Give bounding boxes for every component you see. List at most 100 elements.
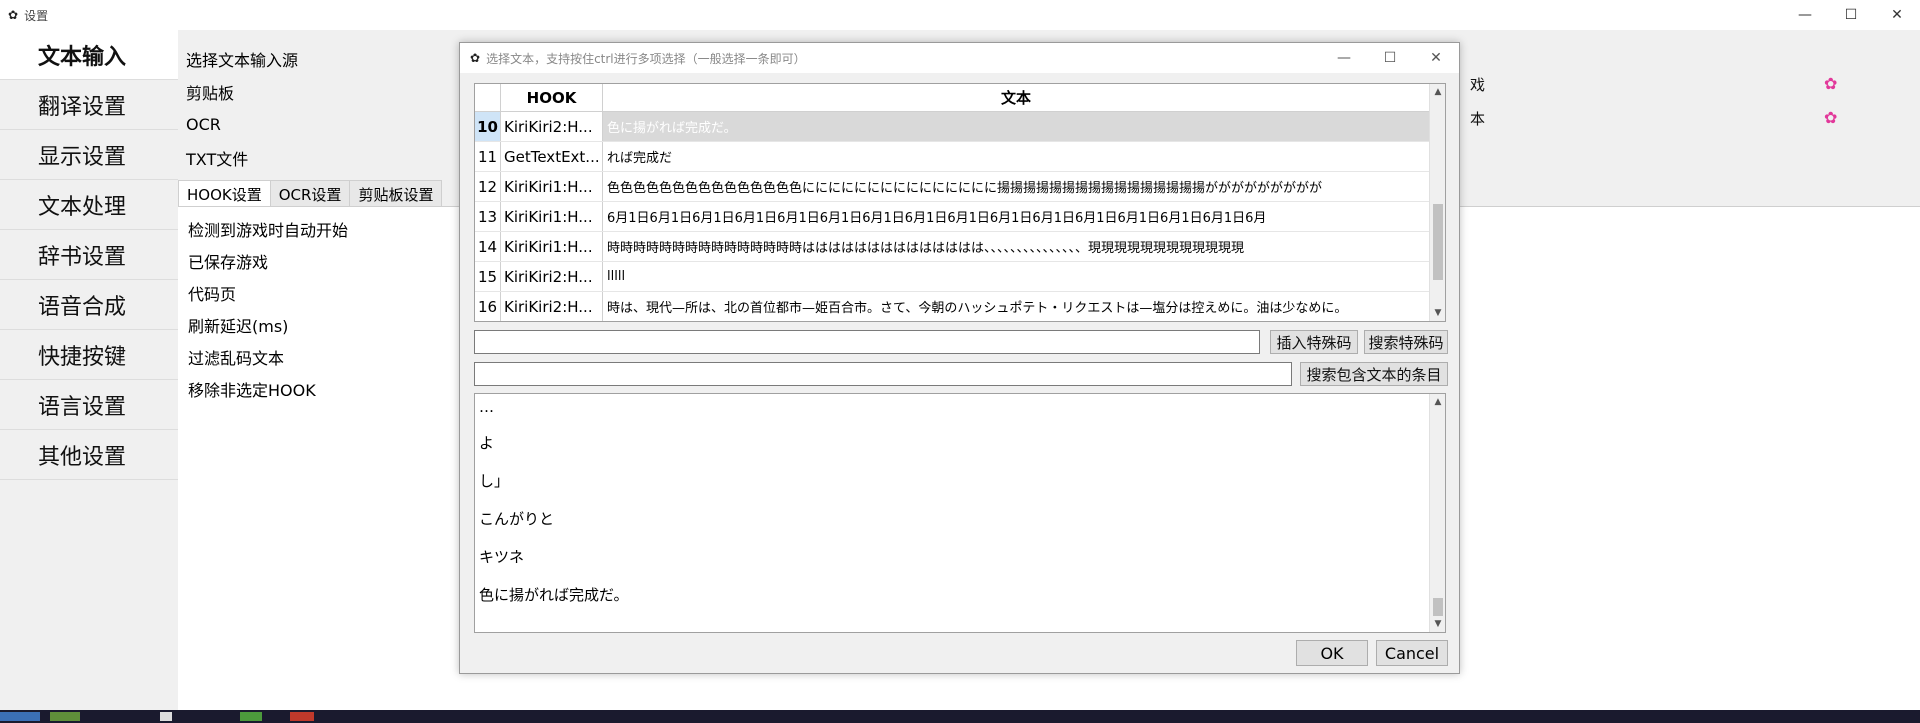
sidebar-item-text-processing[interactable]: 文本处理 (0, 180, 178, 230)
tab-clipboard-settings[interactable]: 剪贴板设置 (349, 180, 443, 208)
insert-special-code-button[interactable]: 插入特殊码 (1270, 330, 1358, 354)
preview-line: よ (479, 434, 495, 452)
dialog-title: 选择文本，支持按住ctrl进行多项选择（一般选择一条即可） (486, 51, 806, 66)
row-number: 12 (475, 172, 501, 201)
row-number: 14 (475, 232, 501, 261)
row-hook: GetTextExt... (501, 142, 603, 171)
text-source-list: 选择文本输入源 剪贴板 OCR TXT文件 (186, 42, 298, 174)
header-hook[interactable]: HOOK (501, 84, 603, 112)
text-preview[interactable]: … よ し」 こんがりと キツネ 色に揚がれば完成だ。 ▲ ▼ (474, 393, 1446, 633)
source-ocr[interactable]: OCR (186, 108, 298, 141)
search-contains-button[interactable]: 搜索包含文本的条目 (1300, 362, 1448, 386)
cancel-button[interactable]: Cancel (1376, 640, 1448, 666)
settings-sidebar: 文本输入 翻译设置 显示设置 文本处理 辞书设置 语音合成 快捷按键 语言设置 … (0, 30, 178, 710)
preview-line: 色に揚がれば完成だ。 (479, 586, 629, 604)
row-number: 11 (475, 142, 501, 171)
main-window-title: 设置 (24, 8, 49, 23)
tab-ocr-settings[interactable]: OCR设置 (269, 180, 351, 208)
gear-icon: ✿ (8, 8, 19, 22)
table-header: HOOK 文本 (475, 84, 1430, 112)
preview-line: … (479, 398, 494, 416)
header-text[interactable]: 文本 (603, 84, 1430, 112)
row-text: lllll (607, 269, 626, 284)
settings-gear-icon[interactable]: ✿ (1824, 108, 1837, 127)
row-text: 時は、現代—所は、北の首位都市—姫百合市。さて、今朝のハッシュポテト・リクエスト… (607, 301, 1348, 316)
row-hook: KiriKiri1:H... (501, 172, 603, 201)
row-text: 色色色色色色色色色色色色色色色ににににににににににににににに揚揚揚揚揚揚揚揚揚揚… (607, 181, 1323, 196)
table-row[interactable]: 16 KiriKiri2:H... 時は、現代—所は、北の首位都市—姫百合市。さ… (475, 292, 1430, 321)
table-row[interactable]: 13 KiriKiri1:H... 6月1日6月1日6月1日6月1日6月1日6月… (475, 202, 1430, 232)
taskbar-segment (160, 712, 172, 721)
gear-icon: ✿ (470, 51, 481, 65)
sidebar-item-hotkeys[interactable]: 快捷按键 (0, 330, 178, 380)
settings-tabbar: HOOK设置 OCR设置 剪贴板设置 (178, 180, 443, 208)
dialog-controls: — ☐ ✕ (1321, 43, 1459, 73)
scroll-down-icon[interactable]: ▼ (1430, 616, 1445, 632)
sidebar-item-other[interactable]: 其他设置 (0, 430, 178, 480)
table-row[interactable]: 14 KiriKiri1:H... 時時時時時時時時時時時時時時時ははははははは… (475, 232, 1430, 262)
row-number: 13 (475, 202, 501, 231)
sidebar-item-dictionary[interactable]: 辞书设置 (0, 230, 178, 280)
sidebar-item-tts[interactable]: 语音合成 (0, 280, 178, 330)
dialog-close-button[interactable]: ✕ (1413, 43, 1459, 73)
search-special-code-button[interactable]: 搜索特殊码 (1364, 330, 1448, 354)
row-hook: KiriKiri1:H... (501, 232, 603, 261)
sidebar-item-language[interactable]: 语言设置 (0, 380, 178, 430)
row-hook: KiriKiri2:H... (501, 262, 603, 291)
taskbar (0, 710, 1920, 723)
right-label-2: 本 (1470, 110, 1486, 128)
row-number: 16 (475, 292, 501, 321)
row-number: 10 (475, 112, 501, 141)
table-row[interactable]: 15 KiriKiri2:H... lllll (475, 262, 1430, 292)
right-label-1: 戏 (1470, 76, 1486, 94)
dialog-minimize-button[interactable]: — (1321, 43, 1367, 73)
minimize-button[interactable]: — (1782, 0, 1828, 30)
row-number: 15 (475, 262, 501, 291)
table-row[interactable]: 12 KiriKiri1:H... 色色色色色色色色色色色色色色色ににににににに… (475, 172, 1430, 202)
row-hook: KiriKiri2:H... (501, 292, 603, 321)
scroll-up-icon[interactable]: ▲ (1430, 84, 1445, 100)
special-code-input[interactable] (474, 330, 1260, 354)
sidebar-item-translation[interactable]: 翻译设置 (0, 80, 178, 130)
row-text: 色に揚がれば完成だ。 (603, 112, 1430, 141)
source-txt[interactable]: TXT文件 (186, 141, 298, 174)
table-row[interactable]: 10 KiriKiri2:H... 色に揚がれば完成だ。 (475, 112, 1430, 142)
preview-line: し」 (479, 472, 510, 490)
preview-line: こんがりと (479, 510, 555, 528)
main-window-controls: — ☐ ✕ (1782, 0, 1920, 30)
table-scrollbar[interactable]: ▲ ▼ (1429, 84, 1445, 321)
table-row[interactable]: 11 GetTextExt... れば完成だ (475, 142, 1430, 172)
preview-scrollbar[interactable]: ▲ ▼ (1429, 394, 1445, 632)
row-text: 6月1日6月1日6月1日6月1日6月1日6月1日6月1日6月1日6月1日6月1日… (607, 211, 1267, 226)
source-clipboard[interactable]: 剪贴板 (186, 75, 298, 108)
dialog-titlebar: ✿ 选择文本，支持按住ctrl进行多项选择（一般选择一条即可） — ☐ ✕ (460, 43, 1459, 73)
row-text: 時時時時時時時時時時時時時時時はははははははははははははは、、、、、、、、、、、… (607, 241, 1245, 256)
maximize-button[interactable]: ☐ (1828, 0, 1874, 30)
select-text-dialog: ✿ 选择文本，支持按住ctrl进行多项选择（一般选择一条即可） — ☐ ✕ HO… (459, 42, 1460, 674)
row-hook: KiriKiri1:H... (501, 202, 603, 231)
sidebar-item-display[interactable]: 显示设置 (0, 130, 178, 180)
dialog-maximize-button[interactable]: ☐ (1367, 43, 1413, 73)
source-header: 选择文本输入源 (186, 50, 299, 70)
preview-line: キツネ (479, 548, 525, 566)
close-button[interactable]: ✕ (1874, 0, 1920, 30)
taskbar-segment (0, 712, 40, 721)
sidebar-item-text-input[interactable]: 文本输入 (0, 30, 178, 80)
scroll-up-icon[interactable]: ▲ (1430, 394, 1445, 410)
taskbar-segment (240, 712, 262, 721)
table-body: 10 KiriKiri2:H... 色に揚がれば完成だ。 11 GetTextE… (475, 112, 1430, 321)
scroll-thumb[interactable] (1433, 204, 1443, 280)
taskbar-segment (50, 712, 80, 721)
hook-text-table: HOOK 文本 10 KiriKiri2:H... 色に揚がれば完成だ。 11 … (474, 83, 1446, 322)
row-text: れば完成だ (607, 151, 673, 166)
scroll-down-icon[interactable]: ▼ (1430, 305, 1445, 321)
ok-button[interactable]: OK (1296, 640, 1368, 666)
row-hook: KiriKiri2:H... (501, 112, 603, 141)
header-corner (475, 84, 501, 112)
taskbar-segment (290, 712, 314, 721)
settings-gear-icon[interactable]: ✿ (1824, 74, 1837, 93)
tab-hook-settings[interactable]: HOOK设置 (178, 180, 271, 208)
scroll-thumb[interactable] (1433, 598, 1443, 616)
search-text-input[interactable] (474, 362, 1292, 386)
main-titlebar: ✿ 设置 — ☐ ✕ (0, 0, 1920, 30)
